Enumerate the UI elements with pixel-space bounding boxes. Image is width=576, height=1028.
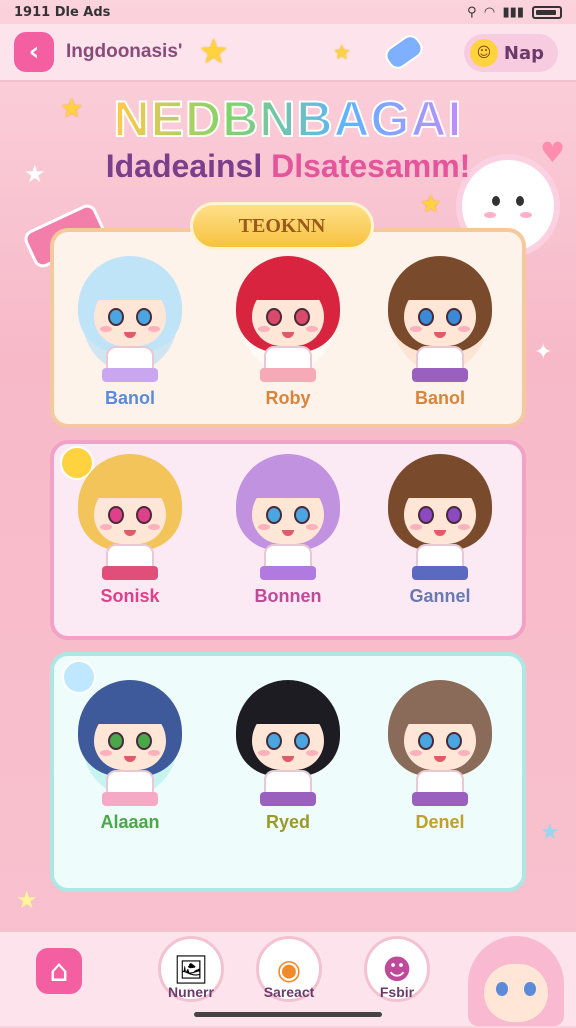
character-card[interactable]: Ryed [213, 680, 363, 833]
character-name: Gannel [409, 586, 471, 606]
character-card[interactable]: Sonisk [55, 454, 205, 607]
game-subtitle: Idadeainsl Dlsatesamm! [0, 148, 576, 185]
character-avatar [380, 256, 500, 386]
deco-star-icon: ★ [540, 820, 560, 845]
character-name: Ryed [265, 812, 310, 832]
battery-icon [532, 5, 562, 19]
character-name: Sonisk [100, 586, 160, 606]
status-time: 1911 Dle Ads [14, 4, 111, 20]
home-icon[interactable]: ⌂ [36, 948, 82, 994]
nav-item-3-label: Fsbir [379, 984, 415, 1000]
character-card[interactable]: Alaaan [55, 680, 205, 833]
character-name: Banol [104, 388, 155, 408]
deco-star-icon: ✦ [534, 340, 553, 365]
corner-mascot [464, 936, 568, 1028]
character-avatar [380, 680, 500, 810]
nav-item-1-label: Nunerr [168, 984, 214, 1000]
nav-item-2[interactable]: ◉ Sareact [244, 936, 334, 1016]
wifi-icon: ◠ [484, 4, 495, 20]
subtitle-part-a: Idadeainsl [105, 148, 263, 184]
character-card[interactable]: Bonnen [213, 454, 363, 607]
small-star-icon: ★ [332, 40, 351, 64]
character-avatar [70, 256, 190, 386]
top-app-bar: ‹ Ingdoonasis' ★ ★ ☺ Nap [0, 24, 576, 82]
status-icons: ⚲ ◠ ▮▮▮ [467, 5, 562, 20]
character-card[interactable]: Roby [213, 256, 363, 409]
nav-item-2-label: Sareact [263, 984, 315, 1000]
app-name: Ingdoonasis' [66, 41, 183, 62]
back-arrow-icon[interactable]: ‹ [14, 32, 54, 72]
character-name: Denel [415, 812, 465, 832]
character-card[interactable]: Gannel [365, 454, 515, 607]
character-avatar [380, 454, 500, 584]
character-avatar [228, 256, 348, 386]
deco-star-icon: ★ [16, 886, 38, 914]
bandage-icon [381, 31, 427, 73]
nav-item-3[interactable]: ☻ Fsbir [352, 936, 442, 1016]
character-card[interactable]: Banol [55, 256, 205, 409]
location-icon: ⚲ [467, 4, 477, 20]
character-card[interactable]: Denel [365, 680, 515, 833]
character-name: Bonnen [254, 586, 322, 606]
nap-label: Nap [503, 42, 544, 64]
nav-item-1[interactable]: 🖼 Nunerr [146, 936, 236, 1016]
character-card[interactable]: Banol [365, 256, 515, 409]
star-icon: ★ [198, 32, 229, 72]
smiley-icon: ☺ [469, 39, 498, 67]
home-indicator [194, 1012, 382, 1017]
character-avatar [70, 680, 190, 810]
character-avatar [70, 454, 190, 584]
subtitle-part-b: Dlsatesamm! [271, 148, 471, 184]
status-bar: 1911 Dle Ads ⚲ ◠ ▮▮▮ [0, 0, 576, 24]
deco-star-icon: ★ [420, 190, 442, 218]
character-name: Alaaan [100, 812, 160, 832]
panel-tag: TEOKNN [190, 202, 374, 250]
character-avatar [228, 454, 348, 584]
character-name: Banol [414, 388, 465, 408]
signal-icon: ▮▮▮ [502, 4, 524, 20]
nap-button[interactable]: ☺ Nap [463, 34, 558, 72]
game-title: NEDBNBAGAI [0, 90, 576, 148]
character-avatar [228, 680, 348, 810]
character-name: Roby [265, 388, 311, 408]
